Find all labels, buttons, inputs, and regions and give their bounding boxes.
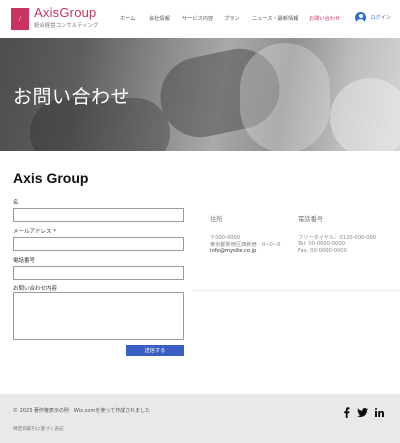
nav-item-services[interactable]: サービス内容 (182, 15, 213, 22)
phone-field[interactable] (13, 266, 184, 280)
login-label: ログイン (370, 15, 391, 21)
nav-item-company[interactable]: 会社情報 (149, 15, 170, 22)
brand-tagline: 統合経営コンサルティング (34, 23, 99, 29)
phone-fax: Fax: 00-0000-0000 (298, 248, 347, 254)
message-label: お問い合わせ内容 (13, 286, 58, 292)
facebook-icon[interactable] (340, 406, 352, 418)
site-header: / AxisGroup 統合経営コンサルティング ホーム 会社情報 サービス内容… (0, 0, 400, 38)
twitter-icon[interactable] (356, 406, 368, 418)
name-label: 名 (13, 200, 19, 206)
linkedin-icon[interactable] (373, 406, 385, 418)
phone-label: 電話番号 (13, 258, 36, 264)
nav-item-contact[interactable]: お問い合わせ (309, 15, 340, 22)
slash-logo-icon[interactable]: / (11, 8, 29, 30)
nav-item-news[interactable]: ニュース・最新情報 (252, 15, 298, 22)
nav-item-home[interactable]: ホーム (120, 15, 135, 22)
address-street: 東京都新宿区西新宿 0−0−0 (210, 242, 281, 248)
phone-freedial: フリーダイヤル：0120-000-000 (298, 235, 377, 241)
name-field[interactable] (13, 208, 184, 222)
email-label: メールアドレス * (13, 229, 56, 235)
brand-name[interactable]: AxisGroup (34, 5, 97, 20)
page-title: お問い合わせ (13, 86, 131, 108)
section-divider (192, 290, 400, 291)
phone-tel: Tel: 00-0000-0000 (298, 241, 346, 247)
hero-banner: お問い合わせ (0, 38, 400, 151)
address-postal: 〒000-0000 (210, 235, 241, 241)
nav-item-plans[interactable]: プラン (224, 15, 240, 22)
submit-button[interactable]: 送信する (126, 345, 184, 356)
hero-photo-tablet (240, 43, 330, 151)
footer-copyright: © 2023 著作権表示の例 Wix.comを使って作成されました (13, 408, 151, 414)
company-heading: Axis Group (13, 170, 89, 186)
hero-photo-light (330, 78, 400, 151)
site-footer: © 2023 著作権表示の例 Wix.comを使って作成されました 特定商取引に… (0, 394, 400, 443)
email-field[interactable] (13, 237, 184, 251)
address-heading: 住所 (210, 216, 223, 223)
address-email-link[interactable]: info@mysite.co.jp (210, 248, 256, 254)
user-avatar-icon (355, 12, 367, 23)
phone-heading: 電話番号 (298, 216, 324, 223)
login-button[interactable]: ログイン (355, 12, 391, 23)
message-textarea[interactable] (13, 292, 184, 340)
footer-legal-link[interactable]: 特定商取引に基づく表記 (13, 426, 64, 432)
